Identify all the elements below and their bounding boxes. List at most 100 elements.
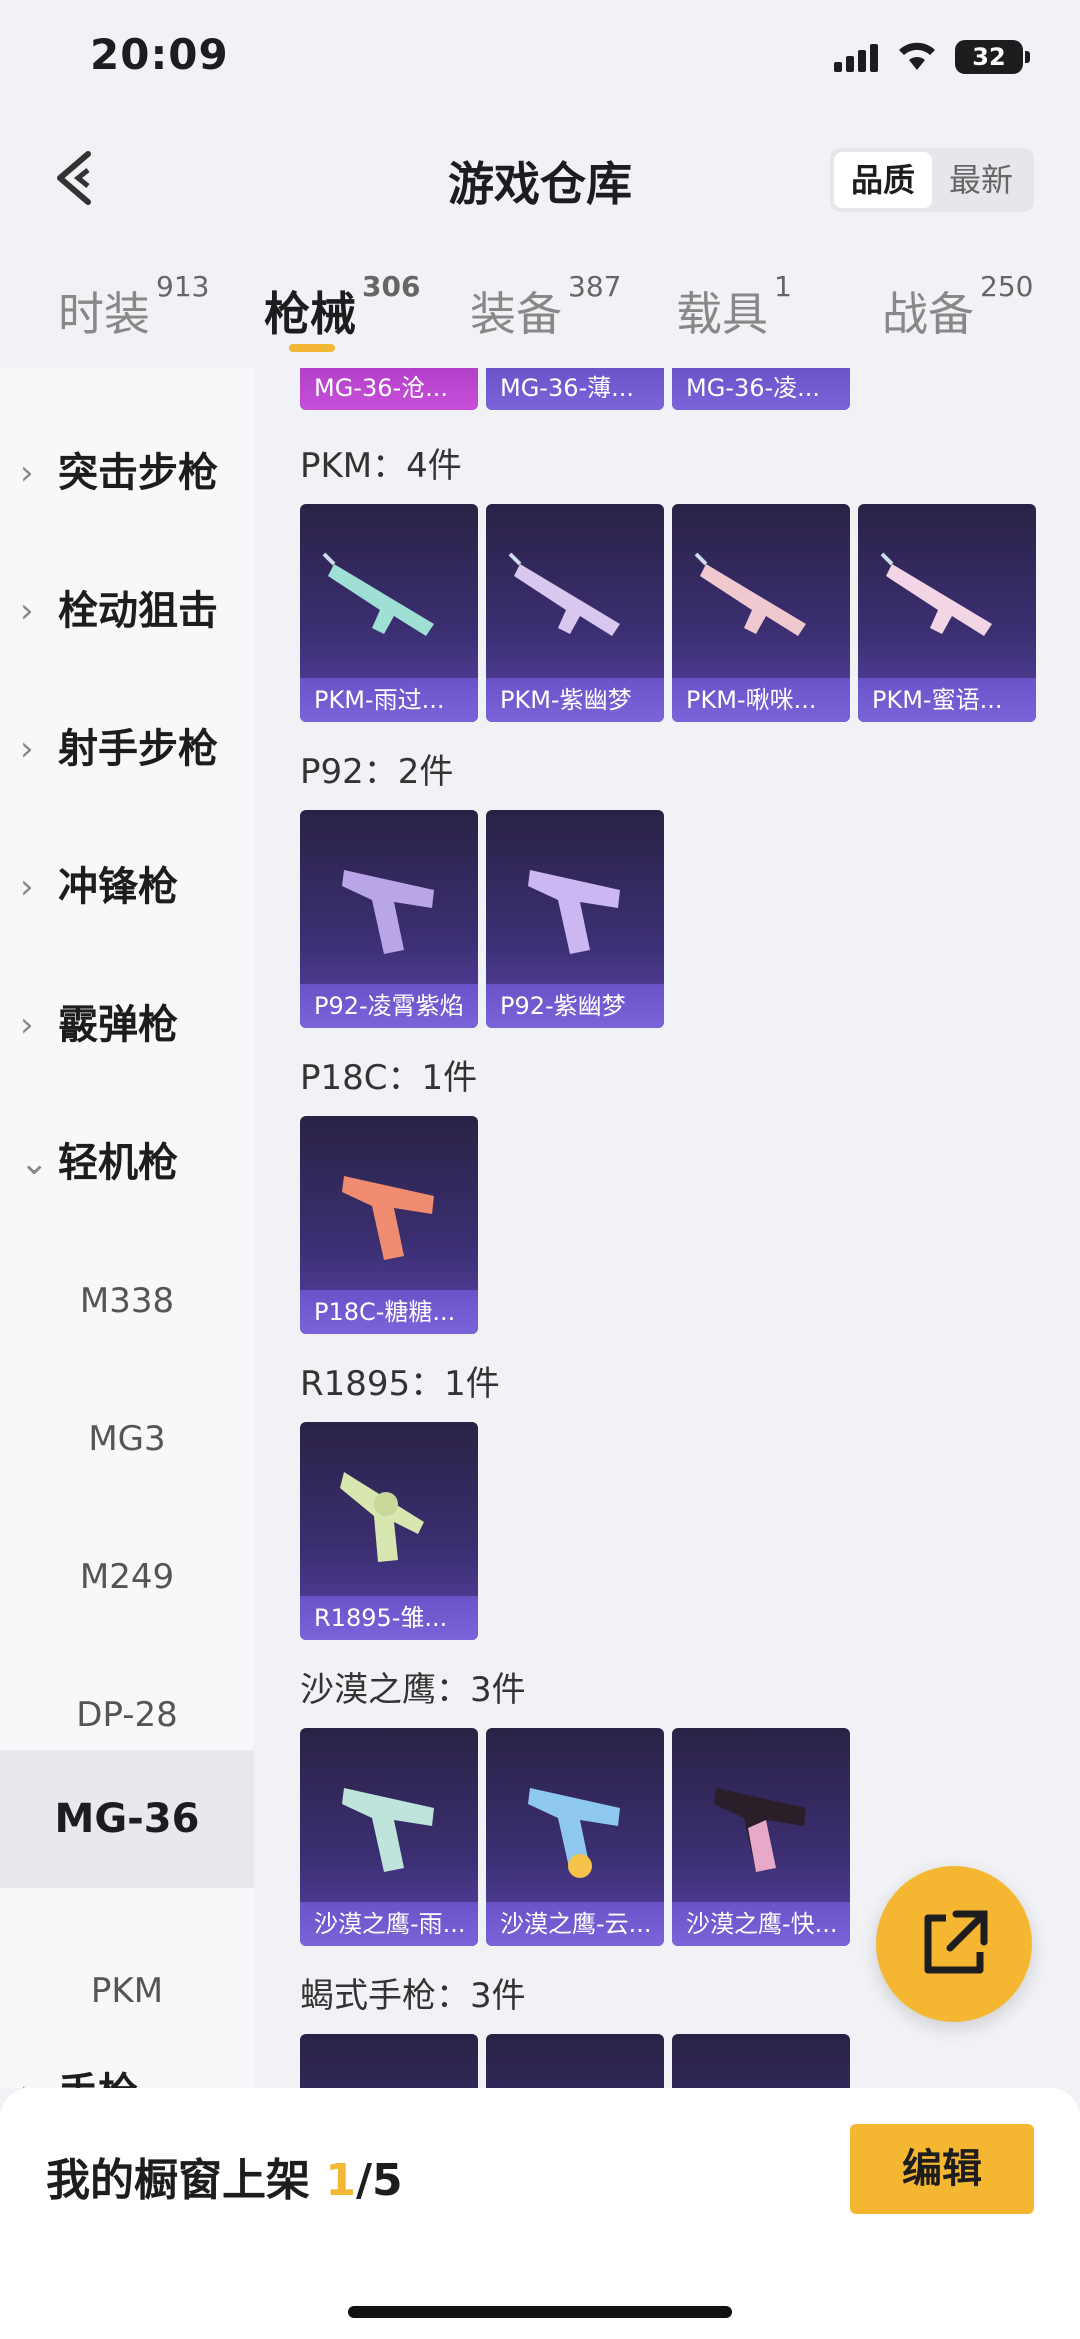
sort-quality-button[interactable]: 品质 <box>834 152 932 208</box>
pistol-icon <box>714 1788 806 1872</box>
sidebar-item-lmg[interactable]: ⌄ 轻机枪 <box>0 1128 254 1198</box>
item-name: MG-36-沧... <box>300 368 478 410</box>
sidebar-sub-pkm[interactable]: PKM <box>0 1956 254 2026</box>
sidebar-item-label: 冲锋枪 <box>58 864 178 910</box>
tab-label: 枪械 <box>264 287 356 341</box>
sidebar-sub-dp28[interactable]: DP-28 <box>0 1680 254 1750</box>
sidebar-sub-mg36[interactable]: MG-36 <box>0 1750 254 1888</box>
pistol-icon <box>528 1788 620 1878</box>
group-title: 沙漠之鹰：3件 <box>300 1670 526 1710</box>
item-name: R1895-雏... <box>300 1596 478 1640</box>
showcase-label: 我的橱窗上架 1/5 <box>46 2144 403 2208</box>
wifi-icon <box>899 42 935 70</box>
home-indicator <box>348 2306 732 2318</box>
tab-guns[interactable]: 枪械306 <box>264 270 420 352</box>
sidebar-item-marksman[interactable]: › 射手步枪 <box>0 714 254 784</box>
sidebar-item-label: 突击步枪 <box>58 450 218 496</box>
chevron-right-icon: › <box>20 867 34 907</box>
item-card[interactable]: MG-36-薄... <box>486 368 664 410</box>
clock: 20:09 <box>90 30 229 79</box>
sidebar-item-label: 霰弹枪 <box>58 1002 178 1048</box>
sidebar-item-smg[interactable]: › 冲锋枪 <box>0 852 254 922</box>
tab-label: 装备 <box>470 287 562 341</box>
item-card[interactable]: 沙漠之鹰-快... <box>672 1728 850 1946</box>
status-bar: 20:09 32 <box>0 0 1080 118</box>
tab-vehicles[interactable]: 载具1 <box>676 270 792 344</box>
item-card[interactable] <box>672 2034 850 2088</box>
item-card[interactable]: MG-36-凌... <box>672 368 850 410</box>
group-title: R1895：1件 <box>300 1364 500 1404</box>
item-name: P18C-糖糖... <box>300 1290 478 1334</box>
battery-icon: 32 <box>955 40 1030 74</box>
tab-count: 1 <box>774 269 792 303</box>
tab-supplies[interactable]: 战备250 <box>882 270 1033 344</box>
sort-latest-button[interactable]: 最新 <box>932 152 1030 208</box>
item-name: PKM-雨过... <box>300 678 478 722</box>
item-name: 沙漠之鹰-快... <box>672 1902 850 1946</box>
pistol-icon <box>342 870 434 954</box>
revolver-icon <box>340 1472 424 1562</box>
item-name: MG-36-薄... <box>486 368 664 410</box>
item-card[interactable]: PKM-蜜语... <box>858 504 1036 722</box>
tab-count: 387 <box>568 269 622 303</box>
item-name: PKM-蜜语... <box>858 678 1036 722</box>
tab-equipment[interactable]: 装备387 <box>470 270 621 344</box>
item-name: 沙漠之鹰-雨... <box>300 1902 478 1946</box>
chevron-right-icon: › <box>20 729 34 769</box>
item-card[interactable]: R1895-雏... <box>300 1422 478 1640</box>
item-card[interactable]: P18C-糖糖... <box>300 1116 478 1334</box>
sidebar-item-shotgun[interactable]: › 霰弹枪 <box>0 990 254 1060</box>
chevron-right-icon: › <box>20 2058 34 2088</box>
bottom-bar: 我的橱窗上架 1/5 编辑 <box>0 2088 1080 2339</box>
showcase-total: /5 <box>355 2155 403 2206</box>
signal-icon <box>834 44 878 72</box>
chevron-down-icon: ⌄ <box>20 1143 49 1183</box>
share-button[interactable] <box>876 1866 1032 2022</box>
item-grid: MG-36-沧... MG-36-薄... MG-36-凌... PKM：4件 … <box>254 368 1080 2088</box>
sidebar-item-label: 栓动狙击 <box>58 588 218 634</box>
item-name: P92-紫幽梦 <box>486 984 664 1028</box>
item-name: PKM-啾咪... <box>672 678 850 722</box>
item-card[interactable]: 沙漠之鹰-雨... <box>300 1728 478 1946</box>
sidebar-item-pistol[interactable]: › 手枪 <box>0 2058 254 2088</box>
tab-label: 时装 <box>58 287 150 341</box>
sidebar-sub-m338[interactable]: M338 <box>0 1266 254 1336</box>
item-card[interactable] <box>300 2034 478 2088</box>
item-name: PKM-紫幽梦 <box>486 678 664 722</box>
pistol-icon <box>528 870 620 954</box>
edit-button[interactable]: 编辑 <box>850 2124 1034 2214</box>
nav-bar: 游戏仓库 品质 最新 <box>0 118 1080 238</box>
share-icon <box>924 1910 988 1974</box>
group-title: P92：2件 <box>300 752 454 792</box>
machine-gun-icon <box>880 552 992 636</box>
item-card[interactable]: P92-紫幽梦 <box>486 810 664 1028</box>
tab-count: 250 <box>980 269 1034 303</box>
pistol-icon <box>342 1176 434 1260</box>
category-tabs: 时装913 枪械306 装备387 载具1 战备250 <box>0 238 1080 368</box>
machine-gun-icon <box>322 552 434 636</box>
sidebar-sub-mg3[interactable]: MG3 <box>0 1404 254 1474</box>
tab-count: 913 <box>156 269 210 303</box>
item-name: P92-凌霄紫焰 <box>300 984 478 1028</box>
item-card[interactable]: 沙漠之鹰-云... <box>486 1728 664 1946</box>
item-card[interactable]: PKM-雨过... <box>300 504 478 722</box>
showcase-text: 我的橱窗上架 <box>46 2155 310 2206</box>
chevron-right-icon: › <box>20 1005 34 1045</box>
sidebar-item-bolt-sniper[interactable]: › 栓动狙击 <box>0 576 254 646</box>
item-card[interactable]: P92-凌霄紫焰 <box>300 810 478 1028</box>
item-card[interactable] <box>486 2034 664 2088</box>
sidebar-item-assault-rifle[interactable]: › 突击步枪 <box>0 438 254 508</box>
group-title: 蝎式手枪：3件 <box>300 1976 526 2016</box>
chevron-right-icon: › <box>20 591 34 631</box>
item-card[interactable]: PKM-啾咪... <box>672 504 850 722</box>
tab-fashion[interactable]: 时装913 <box>58 270 209 344</box>
chevron-right-icon: › <box>20 453 34 493</box>
sidebar: › 突击步枪 › 栓动狙击 › 射手步枪 › 冲锋枪 › 霰弹枪 ⌄ 轻机枪 M338 MG… <box>0 368 254 2088</box>
item-card[interactable]: PKM-紫幽梦 <box>486 504 664 722</box>
sidebar-sub-m249[interactable]: M249 <box>0 1542 254 1612</box>
sidebar-item-label: 轻机枪 <box>58 1140 178 1186</box>
item-name: 沙漠之鹰-云... <box>486 1902 664 1946</box>
tab-underline <box>289 344 335 352</box>
item-card[interactable]: MG-36-沧... <box>300 368 478 410</box>
sort-toggle[interactable]: 品质 最新 <box>830 148 1034 212</box>
